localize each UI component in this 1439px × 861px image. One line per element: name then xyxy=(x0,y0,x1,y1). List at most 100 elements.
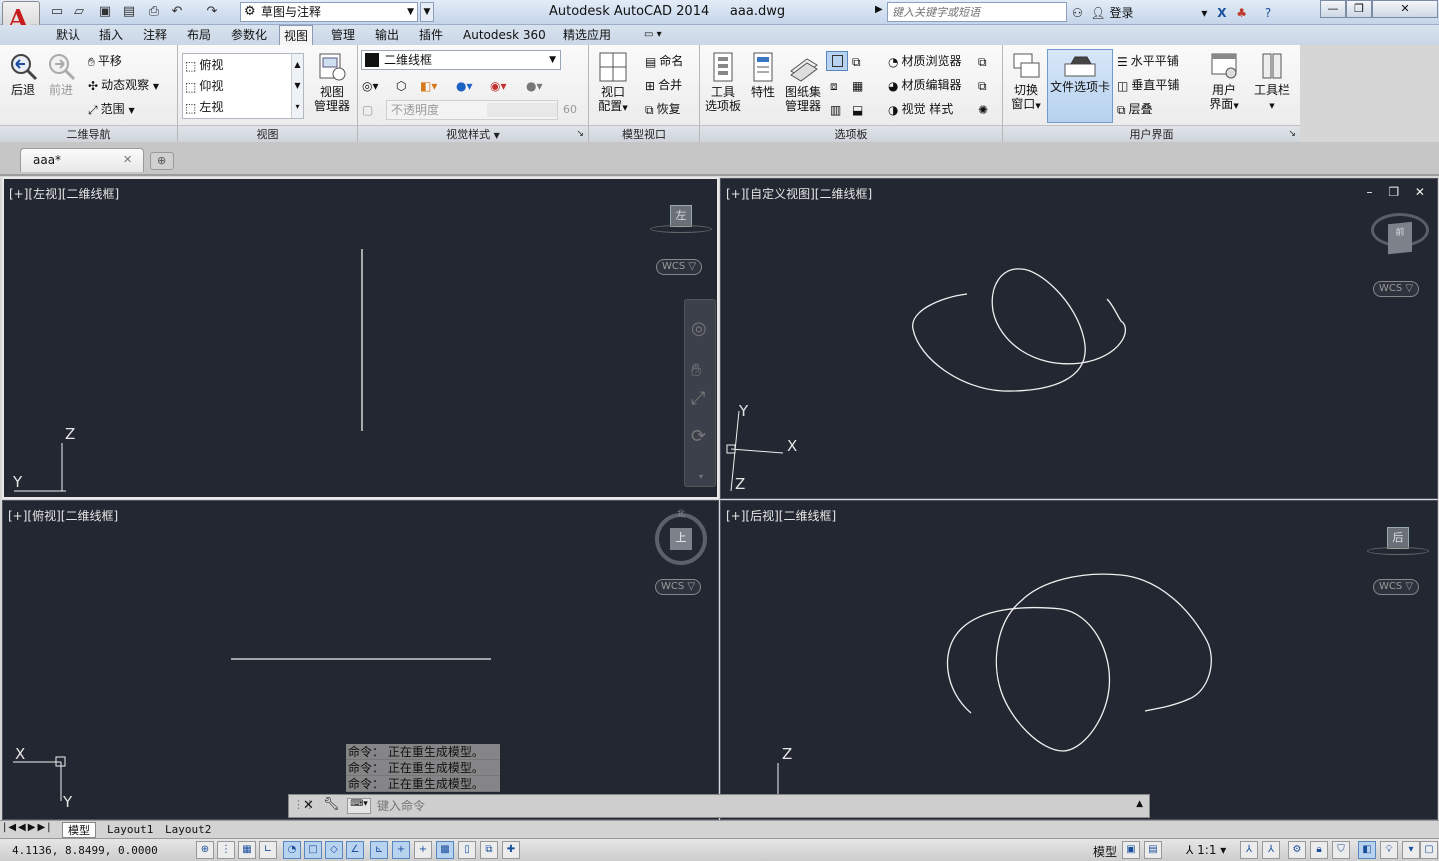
lights-palette-button[interactable]: ⧉ xyxy=(978,51,990,71)
wcs-menu[interactable]: WCS ▽ xyxy=(655,579,701,595)
back-button[interactable]: 后退 xyxy=(6,51,40,97)
hardware-acceleration-icon[interactable]: ⛉ xyxy=(1332,841,1350,859)
visual-style-manager-button[interactable]: ◑ 视觉 样式 xyxy=(888,99,953,119)
orbit-icon[interactable]: ⟳ xyxy=(691,426,706,447)
view-bottom-item[interactable]: ⬚ 仰视 xyxy=(185,76,223,96)
shadow-button[interactable]: ◧▾ xyxy=(420,75,440,95)
open-file-icon[interactable]: ▱ xyxy=(70,3,88,21)
login-label[interactable]: 登录 xyxy=(1109,6,1133,20)
view-left-item[interactable]: ⬚ 左视 xyxy=(185,97,223,117)
quick-view-layouts-icon[interactable]: ▣ xyxy=(1122,841,1140,859)
tab-parametric[interactable]: 参数化 xyxy=(227,25,271,45)
file-tabs-button[interactable]: 文件选项卡 xyxy=(1047,49,1113,123)
viewcube[interactable]: 前 xyxy=(1388,221,1412,255)
render-palette-button[interactable]: ⧉ xyxy=(978,75,990,95)
switch-windows-button[interactable]: 切换 窗口▼ xyxy=(1007,51,1045,113)
hand-icon[interactable]: ✋︎ xyxy=(691,360,701,381)
tab-layout2[interactable]: Layout2 xyxy=(160,822,216,838)
edge-style-button[interactable]: ◎▾ xyxy=(362,75,382,95)
view-manager-button[interactable]: 视图 管理器 xyxy=(310,51,354,113)
db-connect-button[interactable]: ⧈ xyxy=(830,75,841,95)
forward-button[interactable]: 前进 xyxy=(44,51,78,97)
undo-icon[interactable]: ↶ xyxy=(168,3,186,21)
user-interface-button[interactable]: 用户 界面▼ xyxy=(1205,51,1243,113)
tab-annotate[interactable]: 注释 xyxy=(139,25,171,45)
material-editor-button[interactable]: ◕ 材质编辑器 xyxy=(888,75,962,95)
tab-output[interactable]: 输出 xyxy=(371,25,403,45)
tab-model[interactable]: 模型 xyxy=(62,822,96,838)
tab-featured-apps[interactable]: 精选应用 xyxy=(559,25,615,45)
viewport-back-view[interactable]: [+][后视][二维线框] Z X 后 WCS ▽ xyxy=(720,500,1438,820)
workspace-dropdown[interactable]: ⚙ 草图与注释 ▼ xyxy=(240,2,418,22)
opacity-slider[interactable]: 不透明度 xyxy=(386,100,558,120)
new-tab-button[interactable]: ⊕ xyxy=(150,152,174,170)
ribbon-minimize-icon[interactable]: ▭ ▾ xyxy=(640,25,666,45)
viewport-left-view[interactable]: [+][左视][二维线框] Z Y 左 WCS ▽ ◎ ✋︎ ⤢ ⟳ ▾ xyxy=(2,177,719,499)
wcs-menu[interactable]: WCS ▽ xyxy=(1373,579,1419,595)
wrench-icon[interactable]: 🔧︎ xyxy=(323,797,340,812)
polar-tracking-icon[interactable]: ◔ xyxy=(283,841,301,859)
tab-insert[interactable]: 插入 xyxy=(95,25,127,45)
command-prompt-icon[interactable]: ⌨▾ xyxy=(347,798,371,814)
steering-wheel-icon[interactable]: ◎ xyxy=(691,318,707,339)
markup-button[interactable]: ▥ xyxy=(830,99,844,119)
help-search-input[interactable] xyxy=(887,2,1067,22)
object-snap-icon[interactable]: □ xyxy=(304,841,322,859)
document-tab[interactable]: aaa* ✕ xyxy=(20,148,144,172)
wcs-menu[interactable]: WCS ▽ xyxy=(1373,281,1419,297)
viewcube[interactable]: 左 xyxy=(670,205,692,227)
tab-autodesk360[interactable]: Autodesk 360 xyxy=(459,25,550,45)
visual-style-dropdown[interactable]: 二维线框 ▼ xyxy=(361,50,561,70)
opacity-toggle[interactable]: ▢ xyxy=(362,99,376,119)
login-area[interactable]: ⚇ 👤︎ 登录 ▾ X ♣ ? xyxy=(1072,4,1271,21)
sheetset-manager-button[interactable]: 图纸集 管理器 xyxy=(782,51,824,113)
clean-screen-icon[interactable]: ▢ xyxy=(1420,841,1438,859)
tool-palettes-button[interactable]: 工具 选项板 xyxy=(702,51,744,113)
lock-icon[interactable]: 🔒︎ xyxy=(1310,841,1328,859)
exchange-icon[interactable]: X xyxy=(1217,6,1226,20)
save-icon[interactable]: ▣ xyxy=(96,3,114,21)
viewcube-ring[interactable] xyxy=(1367,547,1429,555)
xray-button[interactable]: ⬡ xyxy=(396,75,409,95)
print-icon[interactable]: ⎙ xyxy=(145,3,163,21)
viewport-config-button[interactable]: 视口 配置▼ xyxy=(595,51,631,115)
material-toggle-button[interactable]: ◉▾ xyxy=(490,75,510,95)
command-input[interactable] xyxy=(377,797,1137,815)
restore-icon[interactable]: ❐ xyxy=(1346,0,1372,18)
help-icon[interactable]: ? xyxy=(1265,6,1271,20)
viewcube-ring[interactable] xyxy=(650,225,712,233)
material-browser-button[interactable]: ◔ 材质浏览器 xyxy=(888,51,962,71)
lineweight-icon[interactable]: + xyxy=(414,841,432,859)
pan-button[interactable]: ✋︎ 平移 xyxy=(88,51,122,71)
external-ref-button[interactable]: ⬓ xyxy=(852,99,866,119)
dialog-launcher-icon[interactable]: ↘ xyxy=(1288,126,1296,143)
new-file-icon[interactable]: ▭ xyxy=(48,3,66,21)
close-tab-icon[interactable]: ✕ xyxy=(123,153,132,166)
model-space-label[interactable]: 模型 xyxy=(1093,843,1117,860)
properties-button[interactable]: 特性 xyxy=(746,51,780,99)
quick-properties-icon[interactable]: ▯ xyxy=(458,841,476,859)
zoom-extents-icon[interactable]: ⤢ xyxy=(691,388,705,409)
named-viewports-button[interactable]: ▤ 命名 xyxy=(645,51,683,71)
auto-scale-icon[interactable]: ⅄ xyxy=(1262,841,1280,859)
binoculars-icon[interactable]: ⚇ xyxy=(1072,6,1083,20)
annotation-visibility-icon[interactable]: ⅄ xyxy=(1240,841,1258,859)
tile-horizontal-button[interactable]: ☰ 水平平铺 xyxy=(1117,51,1179,71)
join-viewports-button[interactable]: ⊞ 合并 xyxy=(645,75,682,95)
quick-view-drawings-icon[interactable]: ▤ xyxy=(1144,841,1162,859)
tab-default[interactable]: 默认 xyxy=(52,25,84,45)
viewcube[interactable]: 上 xyxy=(670,528,692,550)
tile-vertical-button[interactable]: ◫ 垂直平铺 xyxy=(1117,75,1179,95)
redo-icon[interactable]: ↷ xyxy=(203,3,221,21)
calculator-button[interactable]: ▦ xyxy=(852,75,866,95)
3d-object-snap-icon[interactable]: ◇ xyxy=(325,841,343,859)
close-icon[interactable]: ✕ xyxy=(303,798,314,813)
app-store-icon[interactable]: ♣ xyxy=(1236,6,1247,20)
minimize-icon[interactable]: — xyxy=(1320,0,1346,18)
toolbars-button[interactable]: 工具栏 ▼ xyxy=(1251,51,1293,113)
view-top-item[interactable]: ⬚ 俯视 xyxy=(185,55,223,75)
ortho-mode-icon[interactable]: ∟ xyxy=(259,841,277,859)
object-snap-tracking-icon[interactable]: ∠ xyxy=(346,841,364,859)
lightbulb-icon[interactable]: 💡︎ xyxy=(1380,841,1398,859)
texture-button[interactable]: ●▾ xyxy=(526,75,546,95)
